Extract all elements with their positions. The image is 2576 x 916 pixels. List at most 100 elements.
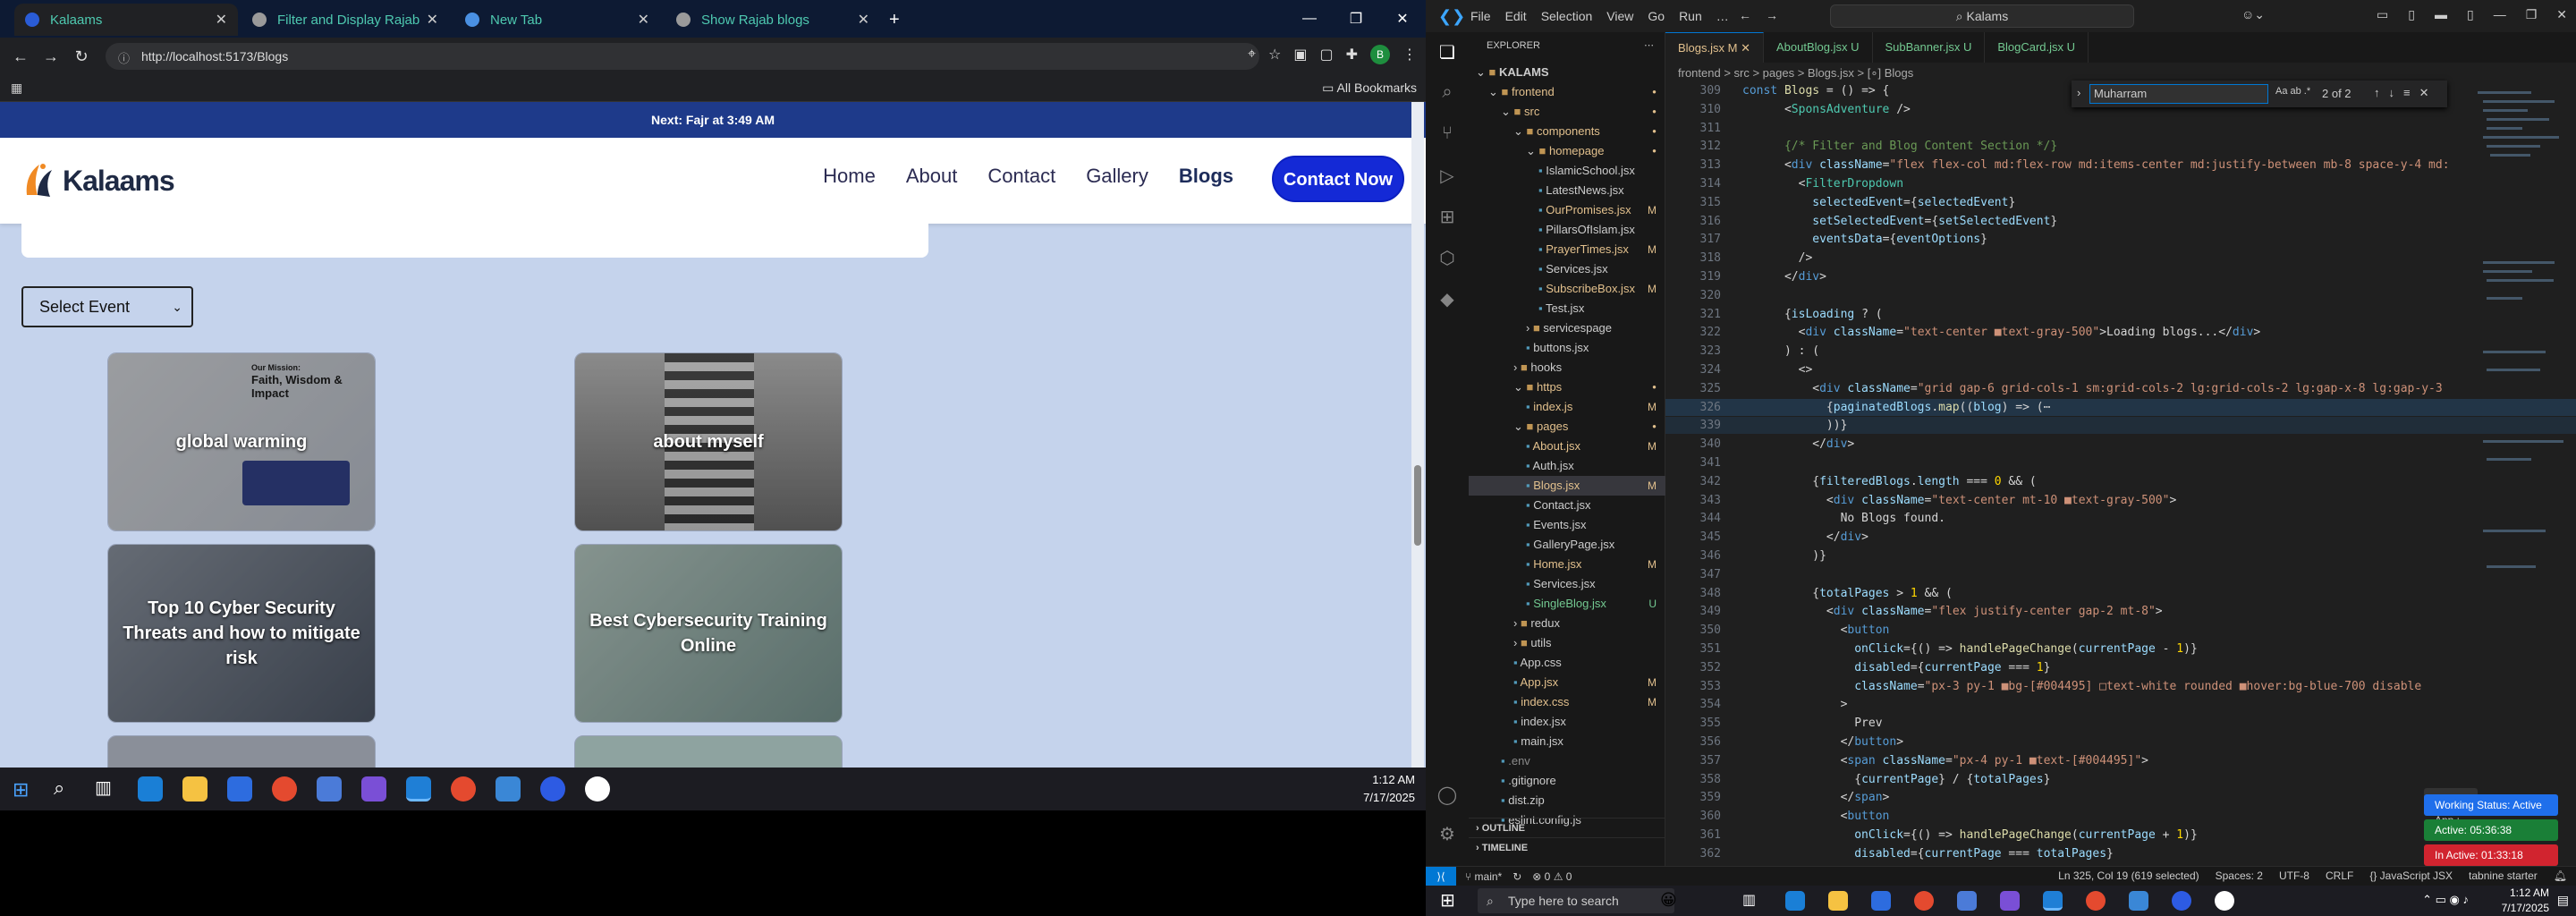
file-tree-item[interactable]: ▪ index.js M	[1469, 397, 1665, 417]
code-line[interactable]: 323 ) : (	[1665, 343, 2576, 360]
file-tree-item[interactable]: ▪ SingleBlog.jsx U	[1469, 594, 1665, 614]
file-tree-item[interactable]: ▪ buttons.jsx	[1469, 338, 1665, 358]
file-tree-item[interactable]: ⌄ ■ frontend ●	[1469, 82, 1665, 102]
breadcrumb[interactable]: frontend > src > pages > Blogs.jsx > [∘]…	[1678, 66, 1913, 81]
code-line[interactable]: 319 </div>	[1665, 268, 2576, 285]
sidebar-toggle-icon[interactable]: ▯	[2408, 7, 2415, 22]
close-icon[interactable]: ✕	[1741, 41, 1750, 55]
nav-contact[interactable]: Contact	[987, 165, 1055, 188]
menu-go[interactable]: Go	[1648, 9, 1665, 23]
forward-icon[interactable]: →	[1766, 8, 1778, 22]
code-line[interactable]: 321 {isLoading ? (	[1665, 306, 2576, 323]
chevron-down-icon[interactable]: ⌄	[1513, 420, 1527, 433]
find-input[interactable]: Muharram	[2089, 84, 2268, 104]
minimap[interactable]	[2474, 82, 2563, 834]
file-tree-item[interactable]: ▪ .gitignore	[1469, 771, 1665, 791]
outline-section[interactable]: › OUTLINE	[1469, 818, 1665, 837]
code-line[interactable]: 318 />	[1665, 250, 2576, 267]
run-debug-icon[interactable]: ▷	[1436, 165, 1458, 186]
file-tree-item[interactable]: ▪ LatestNews.jsx	[1469, 181, 1665, 200]
edge-icon[interactable]	[138, 776, 163, 802]
file-tree-item[interactable]: ▪ Events.jsx	[1469, 515, 1665, 535]
chevron-down-icon[interactable]: ⌄	[1501, 105, 1514, 118]
page-scrollbar[interactable]	[1411, 102, 1424, 773]
more-menu-icon[interactable]: ⋮	[1402, 46, 1417, 64]
select-event-dropdown[interactable]: Select Event ⌄	[21, 286, 193, 327]
selection-icon[interactable]: ≡	[2403, 86, 2411, 100]
file-tree-item[interactable]: › ■ redux	[1469, 614, 1665, 633]
code-line[interactable]: 342 {filteredBlogs.length === 0 && (	[1665, 473, 2576, 490]
chevron-down-icon[interactable]: ⌄	[1513, 380, 1527, 394]
menu-view[interactable]: View	[1606, 9, 1633, 23]
more-actions-icon[interactable]: ⋯	[1644, 32, 1654, 59]
menu-file[interactable]: File	[1470, 9, 1491, 23]
url-bar[interactable]: ⓘ http://localhost:5173/Blogs	[106, 43, 1259, 70]
code-line[interactable]: 352 disabled={currentPage === 1}	[1665, 659, 2576, 676]
edge-icon[interactable]	[1785, 891, 1805, 911]
back-icon[interactable]: ←	[5, 47, 36, 66]
taskbar-clock-right[interactable]: 1:12 AM 7/17/2025	[2502, 886, 2549, 916]
app-icon[interactable]	[1957, 891, 1977, 911]
back-icon[interactable]: ←	[1739, 8, 1751, 22]
search-icon[interactable]: ⌕	[1436, 82, 1458, 104]
code-line[interactable]: 349 <div className="flex justify-center …	[1665, 603, 2576, 620]
code-line[interactable]: 344 No Blogs found.	[1665, 510, 2576, 527]
match-case-icon[interactable]: Aa ab .*	[2275, 86, 2310, 97]
file-tree-item[interactable]: › ■ hooks	[1469, 358, 1665, 377]
code-line[interactable]: 317 eventsData={eventOptions}	[1665, 231, 2576, 248]
zoom-icon[interactable]	[540, 776, 565, 802]
code-line[interactable]: 348 {totalPages > 1 && (	[1665, 585, 2576, 602]
chrome-icon[interactable]	[272, 776, 297, 802]
arrow-down-icon[interactable]: ↓	[2389, 86, 2395, 100]
nav-blogs[interactable]: Blogs	[1179, 165, 1233, 188]
code-line[interactable]: 358 {currentPage} / {totalPages}	[1665, 771, 2576, 788]
site-info-icon[interactable]: ⓘ	[118, 49, 130, 66]
windows-start-icon[interactable]: ⊞	[13, 778, 29, 802]
chrome-icon[interactable]	[1914, 891, 1934, 911]
nav-home[interactable]: Home	[823, 165, 876, 188]
file-tree-item[interactable]: › ■ utils	[1469, 633, 1665, 653]
apps-grid-icon[interactable]: ▦	[11, 81, 22, 96]
github-desktop-icon[interactable]	[2000, 891, 2020, 911]
minimize-icon[interactable]: —	[2494, 7, 2506, 22]
code-line[interactable]: 351 onClick={() => handlePageChange(curr…	[1665, 640, 2576, 657]
sync-icon[interactable]: ↻	[1513, 870, 1521, 883]
emoji-widget-icon[interactable]: 😀	[1660, 891, 1677, 910]
file-tree-item[interactable]: ⌄ ■ homepage ●	[1469, 141, 1665, 161]
code-line[interactable]: 353 className="px-3 py-1 ■bg-[#004495] □…	[1665, 678, 2576, 695]
indentation[interactable]: Spaces: 2	[2216, 869, 2263, 882]
code-line[interactable]: 314 <FilterDropdown	[1665, 175, 2576, 192]
layout-icon[interactable]: ▭	[2377, 7, 2388, 22]
code-line[interactable]: 315 selectedEvent={selectedEvent}	[1665, 194, 2576, 211]
file-tree-item[interactable]: ▪ Services.jsx	[1469, 259, 1665, 279]
menu-run[interactable]: Run	[1679, 9, 1702, 23]
file-explorer-icon[interactable]	[182, 776, 208, 802]
blog-card-cyber-threats[interactable]: Top 10 Cyber Security Threats and how to…	[107, 544, 376, 723]
language-mode[interactable]: {} JavaScript JSX	[2369, 869, 2453, 882]
code-line[interactable]: 345 </div>	[1665, 529, 2576, 546]
new-tab-button[interactable]: +	[886, 4, 912, 36]
code-line[interactable]: 356 </button>	[1665, 734, 2576, 751]
code-line[interactable]: 340 </div>	[1665, 436, 2576, 453]
close-window-icon[interactable]: ✕	[1379, 10, 1426, 28]
inactive-time-badge[interactable]: In Active: 01:33:18	[2424, 844, 2558, 866]
tracker-icon[interactable]	[2215, 891, 2234, 911]
contact-now-button[interactable]: Contact Now	[1272, 156, 1404, 202]
active-time-badge[interactable]: Active: 05:36:38	[2424, 819, 2558, 841]
code-line[interactable]: 316 setSelectedEvent={setSelectedEvent}	[1665, 213, 2576, 230]
line-ending[interactable]: CRLF	[2326, 869, 2353, 882]
forward-icon[interactable]: →	[36, 47, 66, 66]
cursor-position[interactable]: Ln 325, Col 19 (619 selected)	[2058, 869, 2199, 882]
command-center-search[interactable]: ⌕ Kalams	[1830, 4, 2134, 28]
file-tree-item[interactable]: ▪ Auth.jsx	[1469, 456, 1665, 476]
chevron-down-icon[interactable]: ⌄	[1513, 124, 1527, 138]
tabnine-icon[interactable]: ◆	[1436, 288, 1458, 310]
file-tree-item[interactable]: ▪ main.jsx	[1469, 732, 1665, 751]
chevron-right-icon[interactable]: ›	[1513, 616, 1521, 630]
remote-explorer-icon[interactable]: ⬡	[1436, 247, 1458, 268]
store-icon[interactable]	[1871, 891, 1891, 911]
close-icon[interactable]: ✕	[216, 11, 227, 29]
problems-indicator[interactable]: ⊗ 0 ⚠ 0	[1532, 870, 1572, 883]
chevron-right-icon[interactable]: ›	[1513, 636, 1521, 649]
extension-icon[interactable]: ▣	[1293, 46, 1307, 64]
